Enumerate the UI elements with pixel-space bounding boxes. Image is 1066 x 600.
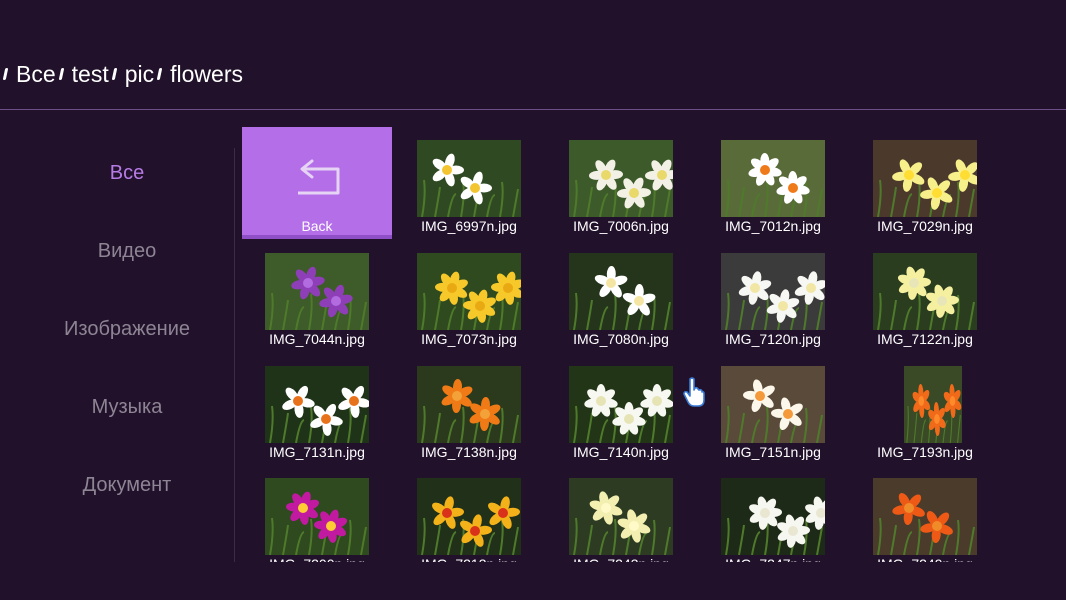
file-tile[interactable]: IMG_7247n.jpg (698, 465, 848, 577)
image-thumbnail (569, 140, 673, 217)
file-name: IMG_7193n.jpg (877, 444, 973, 460)
breadcrumb-separator-icon (156, 68, 163, 80)
image-thumbnail (265, 478, 369, 555)
back-button[interactable]: Back (242, 127, 392, 239)
file-name: IMG_7006n.jpg (573, 218, 669, 234)
sidebar-divider (234, 148, 235, 562)
image-thumbnail (873, 140, 977, 217)
file-name: IMG_7122n.jpg (877, 331, 973, 347)
file-name: IMG_7151n.jpg (725, 444, 821, 460)
breadcrumb-separator-icon (2, 68, 9, 80)
focus-underline (242, 235, 392, 239)
file-tile[interactable]: IMG_7243n.jpg (546, 465, 696, 577)
file-name: IMG_7080n.jpg (573, 331, 669, 347)
image-thumbnail (569, 366, 673, 443)
image-thumbnail (721, 478, 825, 555)
image-thumbnail (873, 253, 977, 330)
image-thumbnail (417, 140, 521, 217)
image-thumbnail (265, 366, 369, 443)
file-name: IMG_7131n.jpg (269, 444, 365, 460)
image-thumbnail (569, 253, 673, 330)
sidebar-item-images[interactable]: Изображение (0, 318, 254, 341)
file-name: IMG_7029n.jpg (877, 218, 973, 234)
file-name: IMG_7120n.jpg (725, 331, 821, 347)
file-name: IMG_7140n.jpg (573, 444, 669, 460)
image-thumbnail (721, 253, 825, 330)
sidebar: Все Видео Изображение Музыка Документ (0, 127, 234, 567)
breadcrumb-item[interactable]: Все (16, 61, 56, 88)
breadcrumb-separator-icon (111, 68, 117, 80)
file-tile[interactable]: IMG_7193n.jpg (850, 353, 1000, 465)
sidebar-item-all[interactable]: Все (0, 162, 254, 185)
hand-cursor-icon (683, 377, 705, 407)
breadcrumb-item[interactable]: pic (125, 61, 154, 88)
file-name: IMG_7138n.jpg (421, 444, 517, 460)
image-thumbnail (873, 478, 977, 555)
file-name: IMG_7073n.jpg (421, 331, 517, 347)
file-name: IMG_6997n.jpg (421, 218, 517, 234)
file-tile[interactable]: IMG_7249n.jpg (850, 465, 1000, 577)
file-tile[interactable]: IMG_7080n.jpg (546, 240, 696, 352)
sidebar-item-video[interactable]: Видео (0, 240, 254, 263)
image-thumbnail (417, 478, 521, 555)
breadcrumb-item[interactable]: test (72, 61, 109, 88)
image-thumbnail (265, 253, 369, 330)
file-tile[interactable]: IMG_7044n.jpg (242, 240, 392, 352)
image-thumbnail (721, 366, 825, 443)
breadcrumb-item[interactable]: flowers (170, 61, 243, 88)
file-tile[interactable]: IMG_7213n.jpg (394, 465, 544, 577)
sidebar-item-music[interactable]: Музыка (0, 396, 254, 419)
file-tile[interactable]: IMG_7006n.jpg (546, 127, 696, 239)
file-tile[interactable]: IMG_6997n.jpg (394, 127, 544, 239)
image-thumbnail (417, 366, 521, 443)
file-tile[interactable]: IMG_7140n.jpg (546, 353, 696, 465)
file-tile[interactable]: IMG_7138n.jpg (394, 353, 544, 465)
file-tile[interactable]: IMG_7073n.jpg (394, 240, 544, 352)
breadcrumb: Все test pic flowers (0, 58, 243, 90)
file-name: IMG_7012n.jpg (725, 218, 821, 234)
back-arrow-icon (298, 159, 340, 195)
breadcrumb-separator-icon (58, 68, 64, 80)
file-tile[interactable]: IMG_7122n.jpg (850, 240, 1000, 352)
file-tile[interactable]: IMG_7012n.jpg (698, 127, 848, 239)
image-thumbnail (569, 478, 673, 555)
file-tile[interactable]: IMG_7029n.jpg (850, 127, 1000, 239)
file-tile[interactable]: IMG_7200n.jpg (242, 465, 392, 577)
header-divider (0, 109, 1066, 110)
file-tile[interactable]: IMG_7151n.jpg (698, 353, 848, 465)
image-thumbnail (417, 253, 521, 330)
file-tile[interactable]: IMG_7120n.jpg (698, 240, 848, 352)
file-tile[interactable]: IMG_7131n.jpg (242, 353, 392, 465)
image-thumbnail (904, 366, 962, 443)
grid-clip (0, 562, 1066, 600)
back-label: Back (301, 218, 333, 234)
sidebar-item-documents[interactable]: Документ (0, 474, 254, 497)
image-thumbnail (721, 140, 825, 217)
file-name: IMG_7044n.jpg (269, 331, 365, 347)
